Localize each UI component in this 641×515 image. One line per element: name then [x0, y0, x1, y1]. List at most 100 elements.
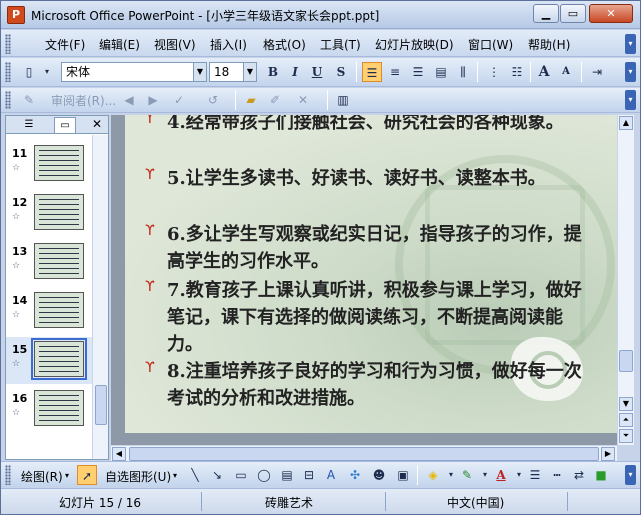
menu-grip[interactable] — [5, 34, 11, 54]
delete-comment-icon[interactable]: ✕ — [293, 90, 313, 110]
oval-tool-icon[interactable]: ◯ — [254, 465, 274, 485]
italic-button[interactable]: I — [285, 62, 305, 82]
minimize-button[interactable]: ▁ — [533, 4, 559, 23]
slides-tab-icon[interactable]: ▭ — [54, 117, 76, 133]
menu-slideshow[interactable]: 幻灯片放映(D) — [375, 36, 454, 53]
diagram-icon[interactable]: ✣ — [345, 465, 365, 485]
next-slide-icon[interactable]: ⏷ — [619, 429, 633, 443]
insert-comment-icon[interactable]: ▰ — [241, 90, 261, 110]
menu-tools[interactable]: 工具(T) — [320, 36, 361, 53]
rectangle-tool-icon[interactable]: ▭ — [231, 465, 251, 485]
fill-color-icon[interactable]: ◈ — [423, 465, 443, 485]
reviewing-pane-icon[interactable]: ▥ — [333, 90, 353, 110]
toolbar-overflow-icon[interactable]: ▾ — [625, 465, 636, 485]
slide-thumbnail[interactable]: 16 ☆ — [6, 386, 92, 433]
reviewer-dropdown[interactable]: 审阅者(R)... — [51, 92, 116, 109]
menu-overflow-icon[interactable]: ▾ — [625, 34, 636, 54]
scroll-up-icon[interactable]: ▲ — [619, 116, 633, 130]
select-pointer-icon[interactable]: ➚ — [77, 465, 97, 485]
previous-slide-icon[interactable]: ⏶ — [619, 413, 633, 427]
menu-edit[interactable]: 编辑(E) — [99, 36, 140, 53]
arrow-tool-icon[interactable]: ↘ — [207, 465, 227, 485]
status-separator — [385, 492, 386, 511]
menu-insert[interactable]: 插入(I) — [210, 36, 247, 53]
font-color-icon[interactable]: A — [491, 465, 511, 485]
vertical-textbox-icon[interactable]: ⊟ — [299, 465, 319, 485]
align-left-icon[interactable]: ☰ — [362, 62, 382, 82]
textbox-icon[interactable]: ▤ — [277, 465, 297, 485]
clipart-icon[interactable]: ☻ — [369, 465, 389, 485]
toolbar-overflow-icon[interactable]: ▾ — [625, 90, 636, 110]
wordart-icon[interactable]: A — [321, 465, 341, 485]
toolbar-options-icon[interactable]: ▾ — [41, 62, 53, 82]
slide-number: 14 — [12, 294, 28, 307]
slide-vertical-scrollbar[interactable]: ▲ ▼ ⏶ ⏷ — [617, 115, 634, 445]
slide-number: 15 — [12, 343, 28, 356]
next-item-icon[interactable]: ▶ — [143, 90, 163, 110]
scroll-thumb[interactable] — [619, 350, 633, 372]
slide-thumbnail[interactable]: 12 ☆ — [6, 190, 92, 237]
picture-icon[interactable]: ▣ — [393, 465, 413, 485]
toolbar-grip[interactable] — [5, 91, 11, 109]
indent-icon[interactable]: ⇥ — [587, 62, 607, 82]
align-right-icon[interactable]: ☰ — [408, 62, 428, 82]
outline-tab-icon[interactable]: ☰ — [18, 117, 40, 133]
menu-window[interactable]: 窗口(W) — [468, 36, 513, 53]
font-size-select[interactable]: 18 ▼ — [209, 62, 257, 82]
autoshapes-button[interactable]: 自选图形(U) — [105, 468, 171, 485]
arrow-style-icon[interactable]: ⇄ — [569, 465, 589, 485]
menu-help[interactable]: 帮助(H) — [528, 36, 570, 53]
slide-horizontal-scrollbar[interactable]: ◀ ▶ — [111, 445, 617, 462]
thumbnail-scrollbar[interactable] — [92, 135, 108, 459]
markup-icon[interactable]: ✎ — [19, 90, 39, 110]
bold-button[interactable]: B — [263, 62, 283, 82]
scroll-down-icon[interactable]: ▼ — [619, 397, 633, 411]
chevron-down-icon[interactable]: ▾ — [173, 471, 177, 480]
menu-view[interactable]: 视图(V) — [154, 36, 196, 53]
slide-thumbnail[interactable]: 13 ☆ — [6, 239, 92, 286]
line-tool-icon[interactable]: ╲ — [185, 465, 205, 485]
align-center-icon[interactable]: ≡ — [385, 62, 405, 82]
numbering-icon[interactable]: ⋮ — [484, 62, 504, 82]
unapply-change-icon[interactable]: ↺ — [203, 90, 223, 110]
edit-comment-icon[interactable]: ✐ — [265, 90, 285, 110]
chevron-down-icon[interactable]: ▾ — [65, 471, 69, 480]
grow-font-button[interactable]: A — [534, 62, 554, 82]
columns-icon[interactable]: ⫼ — [453, 62, 473, 82]
close-button[interactable]: ✕ — [589, 4, 633, 23]
font-name-select[interactable]: 宋体 ▼ — [61, 62, 207, 82]
shadow-style-icon[interactable]: ■ — [591, 465, 611, 485]
slide-number: 11 — [12, 147, 28, 160]
chevron-down-icon[interactable]: ▼ — [193, 63, 206, 81]
close-icon[interactable]: ✕ — [90, 117, 104, 132]
menu-file[interactable]: 文件(F) — [45, 36, 85, 53]
toolbar-grip[interactable] — [5, 62, 11, 82]
toolbar-grip[interactable] — [5, 465, 11, 485]
scroll-right-icon[interactable]: ▶ — [601, 447, 615, 461]
apply-change-icon[interactable]: ✓ — [169, 90, 189, 110]
shadow-button[interactable]: S — [331, 62, 351, 82]
dash-style-icon[interactable]: ┅ — [547, 465, 567, 485]
bullets-icon[interactable]: ☷ — [507, 62, 527, 82]
distribute-icon[interactable]: ▤ — [431, 62, 451, 82]
menu-format[interactable]: 格式(O) — [263, 36, 306, 53]
previous-item-icon[interactable]: ◀ — [119, 90, 139, 110]
shrink-font-button[interactable]: A — [556, 62, 576, 82]
slide-thumbnail-selected[interactable]: 15 ☆ — [6, 337, 92, 384]
scroll-thumb[interactable] — [95, 385, 107, 425]
language-status: 中文(中国) — [447, 496, 505, 510]
slide-thumbnail[interactable]: 14 ☆ — [6, 288, 92, 335]
new-document-icon[interactable]: ▯ — [19, 62, 39, 82]
line-color-icon[interactable]: ✎ — [457, 465, 477, 485]
toolbar-overflow-icon[interactable]: ▾ — [625, 62, 636, 82]
chevron-down-icon[interactable]: ▼ — [243, 63, 256, 81]
scroll-left-icon[interactable]: ◀ — [112, 447, 126, 461]
underline-button[interactable]: U — [307, 62, 327, 82]
powerpoint-icon[interactable]: P — [7, 6, 25, 24]
line-style-icon[interactable]: ☰ — [525, 465, 545, 485]
slide-thumbnail[interactable]: 11 ☆ — [6, 141, 92, 188]
slide-canvas[interactable]: ϒ 4.经常带孩子们接触社会、研究社会的各种现象。 ϒ 5.让学生多读书、好读书… — [125, 115, 617, 433]
maximize-button[interactable]: ▭ — [560, 4, 586, 23]
draw-menu-button[interactable]: 绘图(R) — [21, 468, 63, 485]
scroll-thumb[interactable] — [129, 447, 599, 461]
